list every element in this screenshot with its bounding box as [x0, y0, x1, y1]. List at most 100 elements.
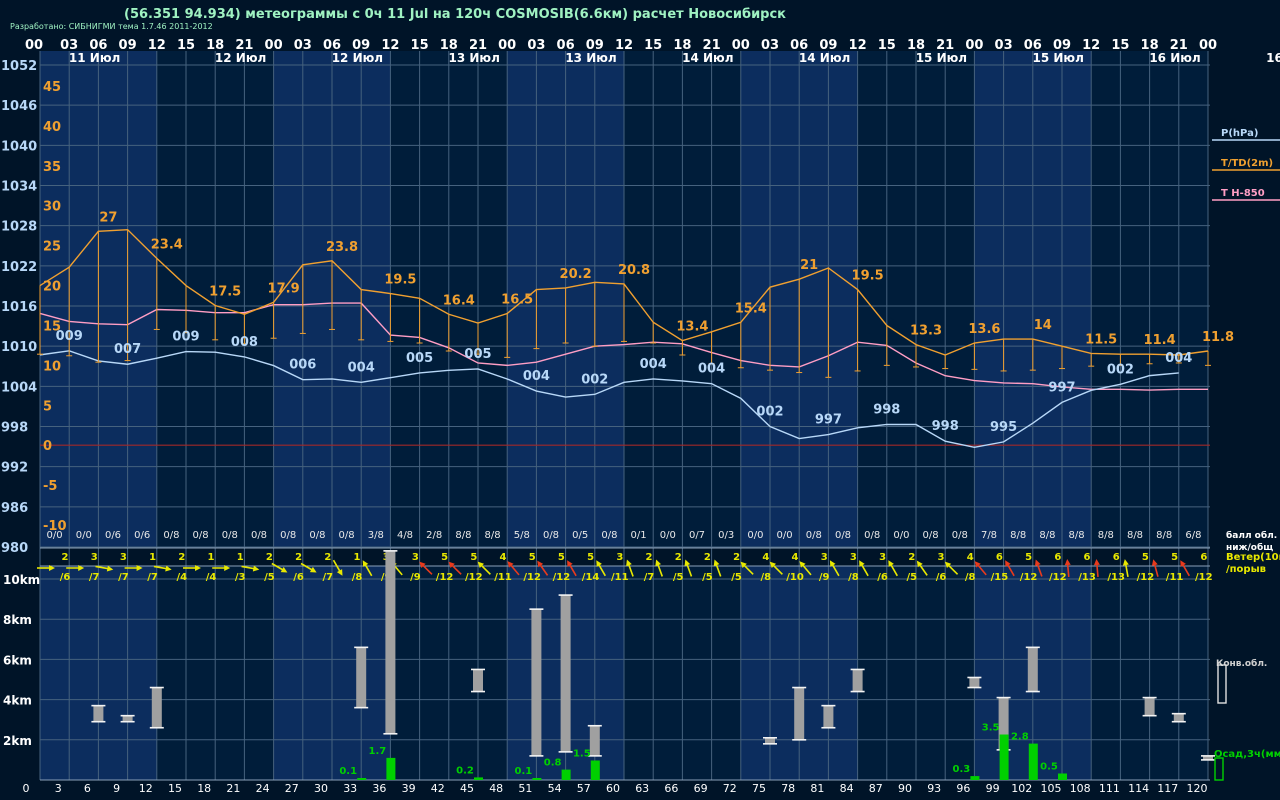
wind-speed-label: 3: [938, 552, 945, 563]
hour-tick-label: 12: [849, 38, 867, 53]
date-label: 14 Июл: [682, 51, 733, 65]
wind-speed-label: 1: [149, 552, 156, 563]
pressure-tick-label: 998: [1, 421, 28, 436]
temperature-data-label: 14: [1034, 318, 1052, 333]
cloud-bar: [385, 550, 396, 734]
wind-arrow-head: [684, 559, 691, 567]
precip-legend: Осад,3ч(мм): [1214, 749, 1280, 760]
pressure-data-label: 997: [815, 413, 842, 428]
wind-gust-label: /11: [1166, 572, 1184, 583]
wind-speed-label: 2: [178, 552, 185, 563]
date-label: 12 Июл: [332, 51, 383, 65]
wind-speed-label: 2: [733, 552, 740, 563]
bottom-hour-label: 18: [197, 782, 211, 795]
cloud-cover-label: 0/8: [193, 530, 209, 541]
pressure-data-label: 998: [873, 402, 900, 417]
pressure-data-label: 009: [172, 330, 199, 345]
wind-gust-label: /12: [465, 572, 483, 583]
wind-gust-label: /7: [89, 572, 100, 583]
date-label: 15 Июл: [1033, 51, 1084, 65]
wind-arrow-head: [1093, 559, 1100, 566]
cloud-cover-label: 0/8: [835, 530, 851, 541]
pressure-tick-label: 1028: [1, 220, 37, 235]
cloud-cover-label: 0/8: [601, 530, 617, 541]
bottom-hour-label: 117: [1157, 782, 1178, 795]
pressure-data-label: 997: [1048, 380, 1075, 395]
wind-speed-label: 3: [120, 552, 127, 563]
cloud-cover-label: 8/8: [1039, 530, 1055, 541]
wind-gust-label: /8: [760, 572, 771, 583]
temperature-data-label: 11.8: [1202, 330, 1234, 345]
wind-speed-label: 4: [792, 552, 799, 563]
wind-speed-label: 6: [1054, 552, 1061, 563]
pressure-data-label: 998: [932, 419, 959, 434]
wind-gust-label: /14: [582, 572, 600, 583]
wind-arrow-head: [713, 559, 720, 567]
cloud-cover-label: 8/8: [1127, 530, 1143, 541]
cloud-cover-label: 5/8: [514, 530, 530, 541]
hour-tick-label: 00: [732, 38, 750, 53]
temperature-data-label: 20.2: [560, 267, 592, 282]
wind-gust-label: /11: [611, 572, 629, 583]
temperature-data-label: 23.4: [151, 237, 183, 252]
temperature-data-label: 16.5: [501, 292, 533, 307]
pressure-data-label: 004: [698, 362, 725, 377]
cloud-cover-label: 0/8: [952, 530, 968, 541]
wind-arrow-head: [655, 559, 661, 567]
cloud-cover-label: 0/8: [339, 530, 355, 541]
height-axis: 2km 4km 6km 8km 10km: [3, 573, 40, 748]
precip-bar: [1028, 743, 1038, 780]
bottom-hour-label: 9: [113, 782, 120, 795]
wind-gust-label: /5: [702, 572, 713, 583]
precip-label: 3.5: [982, 723, 1000, 734]
wind-gust-label: /9: [819, 572, 830, 583]
temperature-tick-label: 35: [43, 160, 61, 175]
wind-gust-label: /8: [965, 572, 976, 583]
bottom-hour-label: 3: [55, 782, 62, 795]
cloud-cover-label: 0/0: [76, 530, 92, 541]
wind-gust-label: /11: [494, 572, 512, 583]
wind-gust-label: /4: [206, 572, 217, 583]
cloud-bar: [1144, 697, 1155, 716]
bottom-hour-label: 45: [460, 782, 474, 795]
cloud-bar: [560, 595, 571, 752]
cloud-bar: [852, 669, 863, 692]
cloud-bar: [589, 725, 600, 756]
bottom-hour-label: 57: [577, 782, 591, 795]
cloud-bar: [473, 669, 483, 692]
wind-speed-label: 6: [996, 552, 1003, 563]
wind-speed-label: 1: [237, 552, 244, 563]
pressure-data-label: 009: [56, 329, 83, 344]
bottom-hour-label: 6: [84, 782, 91, 795]
legend: P(hPa) T/TD(2m) T H-850: [1212, 128, 1280, 201]
wind-gust-label: /7: [118, 572, 129, 583]
cloud-cover-label: 6/8: [1185, 530, 1201, 541]
wind-speed-label: 2: [295, 552, 302, 563]
legend-label: T H-850: [1221, 188, 1265, 199]
bottom-hour-label: 24: [256, 782, 270, 795]
pressure-data-label: 002: [756, 405, 783, 420]
wind-speed-label: 5: [1142, 552, 1149, 563]
wind-gust-label: /6: [936, 572, 947, 583]
cloud-bar: [823, 705, 834, 728]
height-tick-label: 2km: [3, 734, 32, 748]
wind-gust-label: /6: [60, 572, 71, 583]
cloud-bar: [794, 687, 805, 740]
pressure-data-label: 002: [1107, 362, 1134, 377]
pressure-axis: 980 986 992 998 1004 1010 1016 1022 1028 1034 1040…: [1, 59, 37, 556]
cloud-bar: [93, 705, 104, 722]
wind-arrow-head: [1064, 559, 1071, 566]
wind-gust-label: /15: [991, 572, 1009, 583]
wind-arrow-head: [626, 559, 632, 567]
temperature-data-label: 27: [99, 210, 117, 225]
wind-gust-label: /12: [1195, 572, 1213, 583]
bottom-hour-label: 75: [752, 782, 766, 795]
bottom-hour-label: 15: [168, 782, 182, 795]
bottom-hour-label: 108: [1070, 782, 1091, 795]
bottom-hour-label: 39: [402, 782, 416, 795]
bottom-hour-label: 72: [723, 782, 737, 795]
precip-bar: [1058, 773, 1067, 780]
bottom-hour-labels: 0 3 6 9 12 15 18 21 24 27 30 33 36 39 42 45 48 51 54 57 60 63…: [23, 782, 1208, 795]
wind-speed-label: 4: [500, 552, 507, 563]
pressure-data-label: 004: [348, 360, 375, 375]
